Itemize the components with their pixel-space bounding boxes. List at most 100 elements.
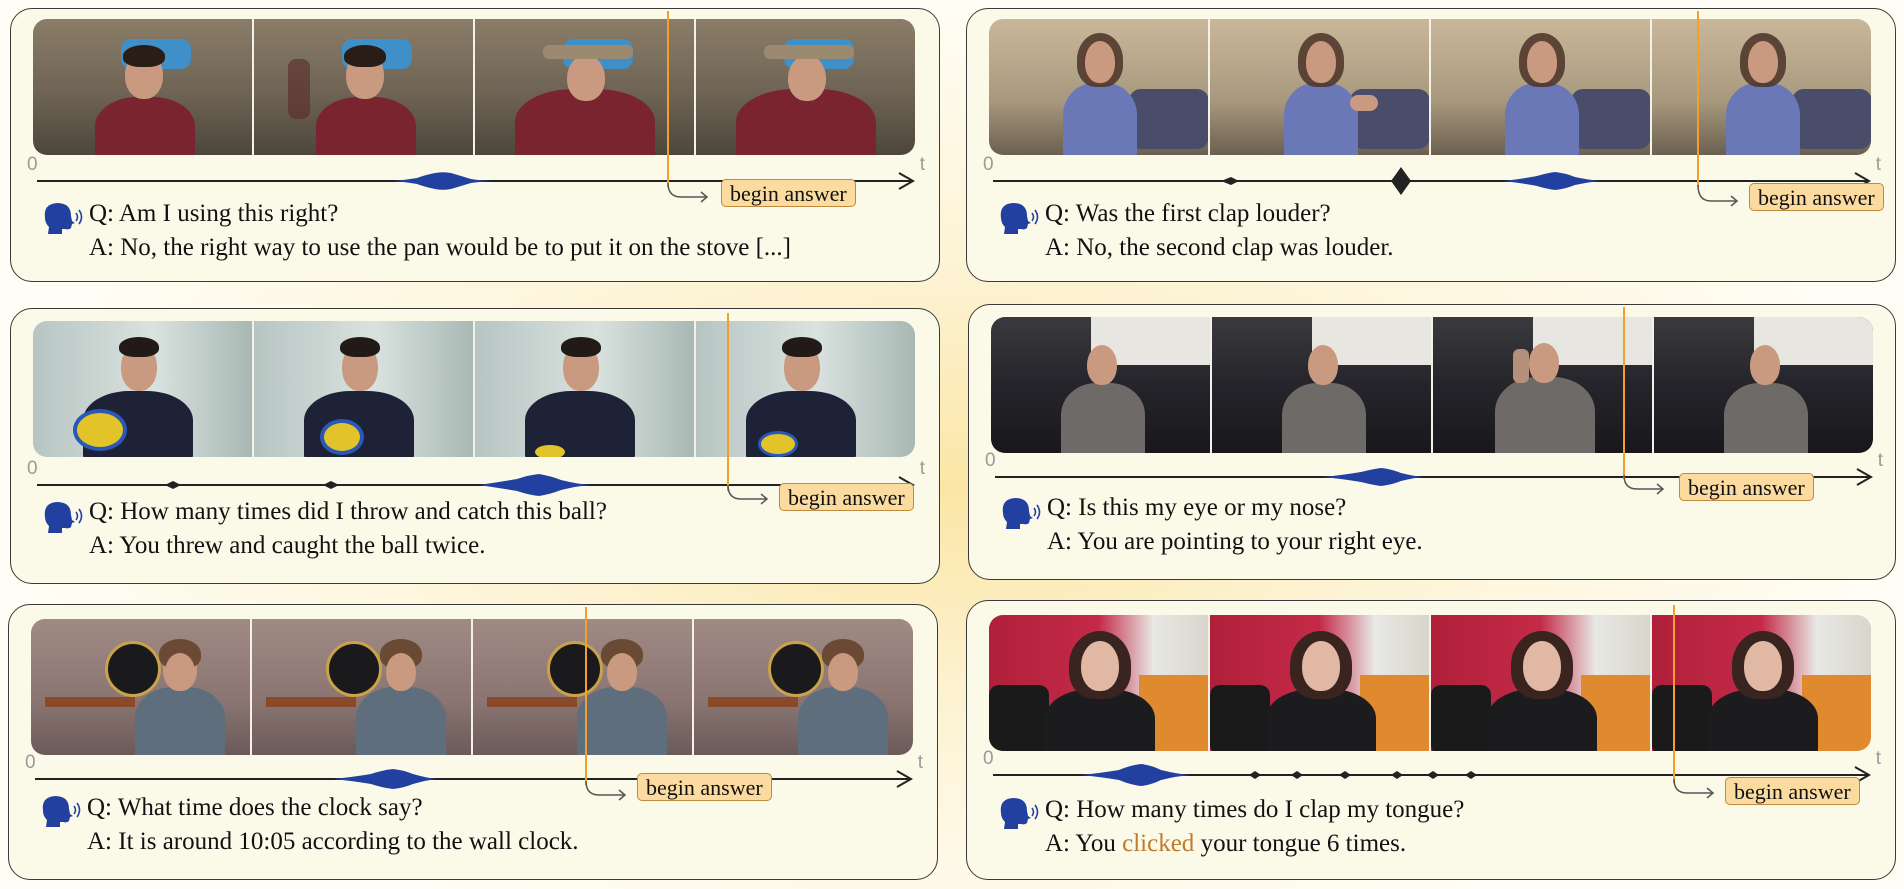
begin-answer-connector <box>667 182 709 203</box>
example-panel-pan: 0 t begin answer Q: Am I using this righ… <box>10 8 940 282</box>
click-waveform <box>1391 771 1403 779</box>
video-frame <box>1652 317 1873 453</box>
video-frame-strip <box>33 321 915 457</box>
begin-answer-marker <box>585 607 587 785</box>
begin-answer-connector <box>1623 474 1665 495</box>
question-text: Q: Was the first clap louder? <box>1045 200 1331 227</box>
video-frame <box>31 619 250 755</box>
axis-start-label: 0 <box>27 154 38 175</box>
speech-waveform <box>1081 764 1191 786</box>
video-frame <box>1429 615 1650 751</box>
video-frame-strip <box>31 619 913 755</box>
video-frame <box>989 19 1208 155</box>
video-frame <box>692 619 913 755</box>
axis-end-label: t <box>918 752 924 773</box>
answer-text: A: It is around 10:05 according to the w… <box>87 828 579 855</box>
begin-answer-marker <box>667 11 669 187</box>
click-waveform <box>1249 771 1261 779</box>
video-frame <box>1431 317 1652 453</box>
video-frame-strip <box>989 615 1871 751</box>
question-text: Q: What time does the clock say? <box>87 794 423 821</box>
speech-waveform <box>1323 468 1423 486</box>
begin-answer-label: begin answer <box>1679 473 1814 501</box>
question-text: Q: Is this my eye or my nose? <box>1047 494 1347 521</box>
video-frame-strip <box>33 19 915 155</box>
begin-answer-label: begin answer <box>1725 777 1860 805</box>
example-panel-clock: 0 t begin answer Q: What time does the c… <box>8 604 938 880</box>
axis-start-label: 0 <box>983 748 994 769</box>
axis-start-label: 0 <box>25 752 36 773</box>
video-frame <box>473 321 694 457</box>
answer-text: A: You threw and caught the ball twice. <box>89 532 486 559</box>
begin-answer-marker <box>1623 307 1625 479</box>
answer-suffix: your tongue 6 times. <box>1194 830 1407 857</box>
video-frame <box>471 619 692 755</box>
video-frame <box>473 19 694 155</box>
bounce-waveform <box>323 481 339 489</box>
speech-waveform <box>479 474 591 496</box>
answer-text: A: No, the second clap was louder. <box>1045 234 1394 261</box>
begin-answer-label: begin answer <box>637 773 772 801</box>
video-frame <box>252 321 473 457</box>
video-frame <box>991 317 1210 453</box>
speech-waveform <box>333 769 437 789</box>
begin-answer-connector <box>585 780 627 801</box>
speaking-head-icon <box>1000 203 1039 234</box>
click-waveform <box>1427 771 1439 779</box>
video-frame <box>694 19 915 155</box>
example-panel-eye: 0 t begin answer Q: Is this my eye or my… <box>968 304 1896 580</box>
click-waveform <box>1339 771 1351 779</box>
speaking-head-icon <box>1002 498 1041 529</box>
video-frame <box>252 19 473 155</box>
answer-text: A: You are pointing to your right eye. <box>1047 528 1423 555</box>
click-waveform <box>1465 771 1477 779</box>
example-panel-clap: 0 t begin answer Q: Was the first clap l… <box>966 8 1896 282</box>
begin-answer-connector <box>1697 184 1739 207</box>
answer-text: A: You clicked your tongue 6 times. <box>1045 827 1406 860</box>
speech-waveform <box>1503 172 1601 190</box>
clap-waveform <box>1221 177 1239 185</box>
video-frame <box>1650 615 1871 751</box>
speaking-head-icon <box>44 203 83 234</box>
video-frame <box>1208 615 1429 751</box>
video-frame-strip <box>989 19 1871 155</box>
video-frame <box>33 321 252 457</box>
video-frame <box>1208 19 1429 155</box>
speaking-head-icon <box>1000 798 1039 829</box>
axis-start-label: 0 <box>985 450 996 471</box>
video-frame <box>1650 19 1871 155</box>
click-waveform <box>1291 771 1303 779</box>
question-text: Q: How many times do I clap my tongue? <box>1045 796 1465 823</box>
speaking-head-icon <box>44 502 83 533</box>
bounce-waveform <box>165 481 181 489</box>
example-panel-tongue: 0 t begin answer Q: How many times do I … <box>966 600 1896 880</box>
axis-start-label: 0 <box>983 154 994 175</box>
begin-answer-label: begin answer <box>721 179 856 207</box>
video-frame-strip <box>991 317 1873 453</box>
video-frame <box>33 19 252 155</box>
video-frame <box>1429 19 1650 155</box>
axis-start-label: 0 <box>27 458 38 479</box>
begin-answer-marker <box>727 313 729 491</box>
axis-end-label: t <box>1876 748 1882 769</box>
begin-answer-connector <box>727 484 769 505</box>
axis-end-label: t <box>920 458 926 479</box>
axis-end-label: t <box>920 154 926 175</box>
clap-waveform <box>1391 167 1411 195</box>
video-frame <box>1210 317 1431 453</box>
axis-end-label: t <box>1876 154 1882 175</box>
begin-answer-marker <box>1697 11 1699 187</box>
begin-answer-connector <box>1673 778 1715 799</box>
answer-highlight-word: clicked <box>1122 830 1195 857</box>
axis-end-label: t <box>1878 450 1884 471</box>
begin-answer-label: begin answer <box>779 483 914 511</box>
answer-text: A: No, the right way to use the pan woul… <box>89 234 791 261</box>
begin-answer-marker <box>1673 605 1675 783</box>
speaking-head-icon <box>42 796 81 827</box>
video-frame <box>250 619 471 755</box>
example-panel-ball: 0 t begin answer Q: How many times did I… <box>10 308 940 584</box>
begin-answer-label: begin answer <box>1749 183 1884 211</box>
answer-prefix: A: You <box>1045 830 1123 857</box>
speech-waveform <box>393 172 493 190</box>
audio-timeline: 0 t <box>25 752 924 789</box>
